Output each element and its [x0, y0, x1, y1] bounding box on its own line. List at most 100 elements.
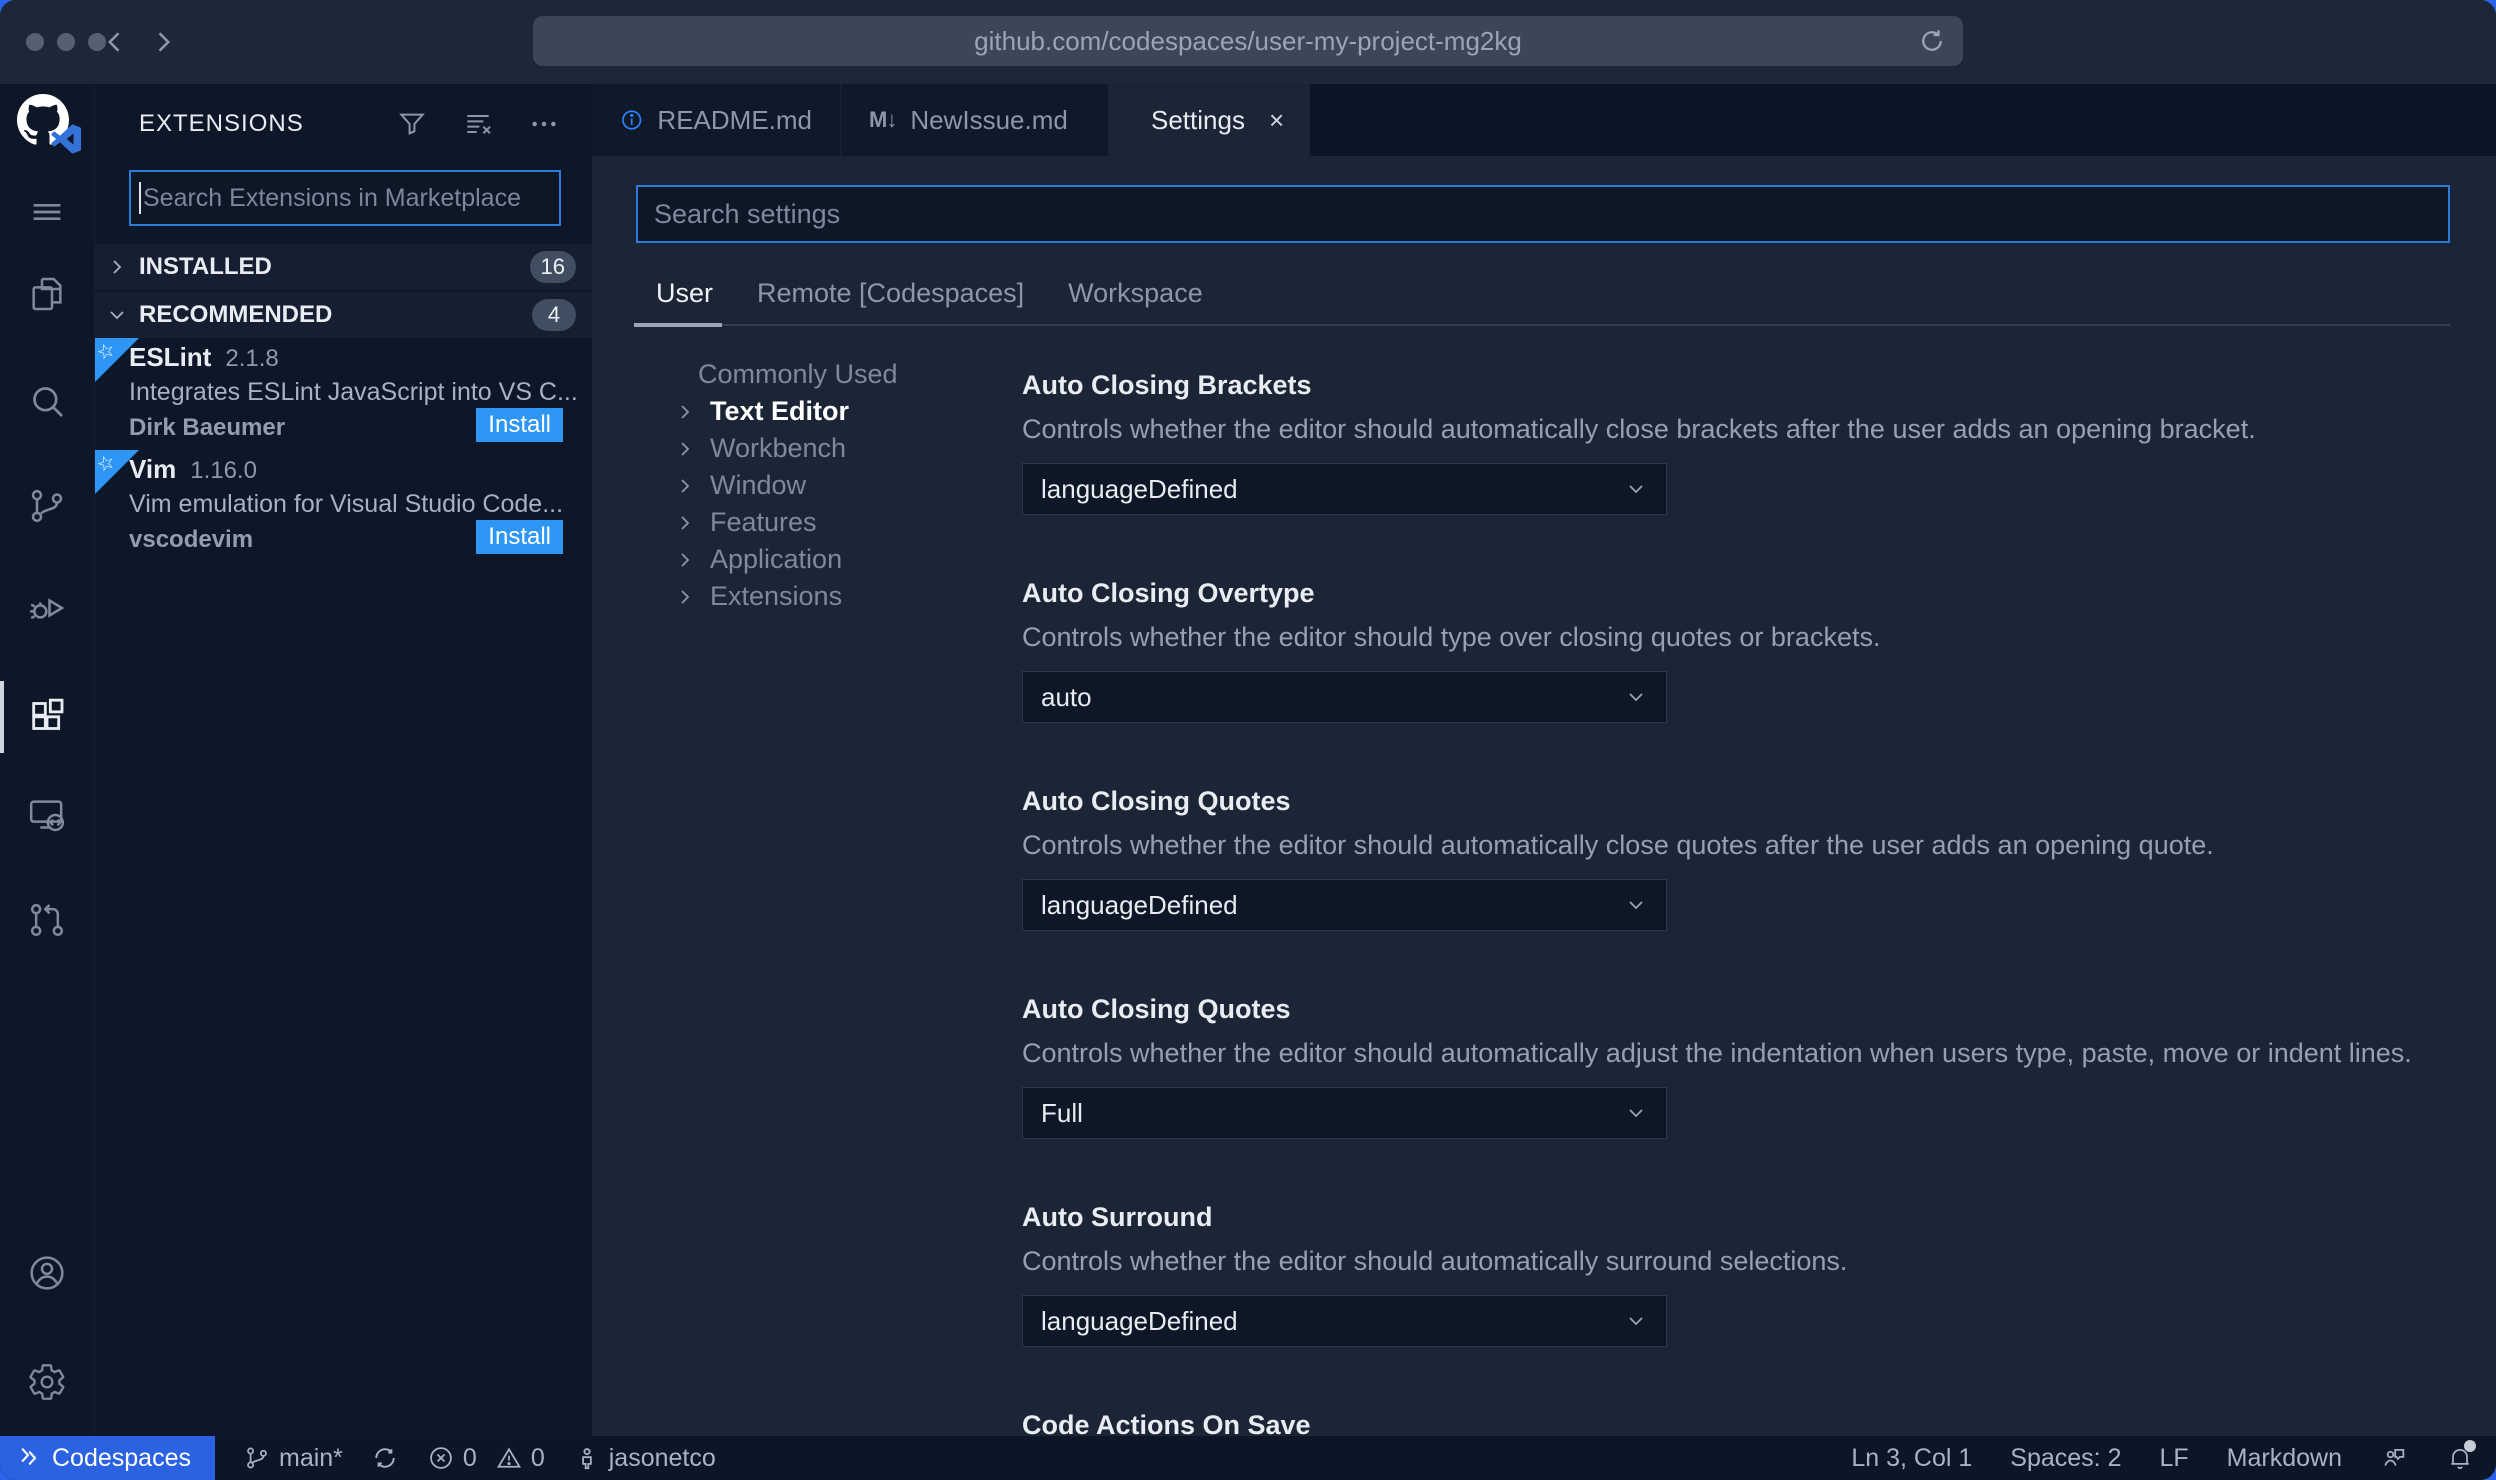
- chevron-down-icon: [95, 303, 139, 327]
- setting-auto-closing-overtype: Auto Closing Overtype Controls whether t…: [1022, 576, 2452, 723]
- scope-tab-workspace[interactable]: Workspace: [1068, 278, 1203, 309]
- toc-extensions[interactable]: Extensions: [672, 578, 842, 615]
- auto-closing-brackets-select[interactable]: languageDefined: [1022, 463, 1667, 515]
- chevron-down-icon: [1629, 1317, 1643, 1326]
- minimize-window-button[interactable]: [57, 33, 75, 51]
- branch-indicator[interactable]: main*: [243, 1444, 343, 1473]
- feedback-icon[interactable]: [2380, 1444, 2408, 1472]
- chevron-down-icon: [1629, 485, 1643, 494]
- chevron-down-icon: [1629, 1109, 1643, 1118]
- filter-icon[interactable]: [396, 108, 428, 140]
- auto-closing-quotes-select[interactable]: languageDefined: [1022, 879, 1667, 931]
- close-window-button[interactable]: [26, 33, 44, 51]
- extension-version: 2.1.8: [225, 345, 279, 372]
- remote-indicator[interactable]: Codespaces: [0, 1436, 215, 1480]
- explorer-icon[interactable]: [25, 272, 69, 316]
- extension-version: 1.16.0: [190, 457, 257, 484]
- error-count: 0: [462, 1443, 477, 1472]
- remote-explorer-icon[interactable]: [25, 793, 69, 837]
- scope-tab-user[interactable]: User: [656, 278, 713, 309]
- pull-requests-icon[interactable]: [25, 898, 69, 942]
- installed-section-header[interactable]: INSTALLED 16: [95, 244, 592, 290]
- scope-tab-remote[interactable]: Remote [Codespaces]: [757, 278, 1024, 309]
- url-text: github.com/codespaces/user-my-project-mg…: [974, 25, 1522, 56]
- chevron-right-icon: [672, 400, 698, 424]
- info-icon: [622, 110, 642, 130]
- notification-dot: [2464, 1440, 2476, 1452]
- language-mode[interactable]: Markdown: [2227, 1444, 2342, 1473]
- setting-description: Controls whether the editor should type …: [1022, 622, 1881, 652]
- auto-indent-select[interactable]: Full: [1022, 1087, 1667, 1139]
- indentation[interactable]: Spaces: 2: [2010, 1444, 2121, 1473]
- extension-description: Integrates ESLint JavaScript into VS C..…: [129, 378, 576, 406]
- scope-tabs-divider: [634, 323, 2450, 327]
- chevron-down-icon: [1629, 901, 1643, 910]
- more-actions-icon[interactable]: [528, 108, 560, 140]
- notifications-bell[interactable]: [2446, 1440, 2476, 1472]
- live-user-indicator[interactable]: jasonetco: [573, 1444, 716, 1473]
- settings-gear-icon[interactable]: [25, 1360, 69, 1404]
- toc-commonly-used[interactable]: Commonly Used: [698, 356, 898, 393]
- extensions-search-input[interactable]: [129, 170, 561, 226]
- tab-newissue[interactable]: M↓ NewIssue.md: [841, 84, 1109, 156]
- setting-title: Auto Closing Brackets: [1022, 370, 1312, 400]
- forward-button[interactable]: [142, 22, 182, 62]
- setting-auto-indent: Auto Closing Quotes Controls whether the…: [1022, 992, 2452, 1139]
- toc-text-editor[interactable]: Text Editor: [672, 393, 849, 430]
- tab-readme[interactable]: README.md: [592, 84, 841, 156]
- window-controls[interactable]: [26, 33, 106, 51]
- setting-auto-closing-quotes: Auto Closing Quotes Controls whether the…: [1022, 784, 2452, 931]
- chevron-right-icon: [95, 255, 139, 279]
- auto-closing-overtype-select[interactable]: auto: [1022, 671, 1667, 723]
- toc-application[interactable]: Application: [672, 541, 842, 578]
- setting-auto-closing-brackets: Auto Closing Brackets Controls whether t…: [1022, 368, 2452, 515]
- extensions-sidebar: EXTENSIONS INSTALLED 16 RECOMMENDED 4: [94, 84, 593, 1436]
- toc-workbench[interactable]: Workbench: [672, 430, 846, 467]
- problems-indicator[interactable]: 0 0: [427, 1444, 545, 1473]
- tab-settings[interactable]: Settings ×: [1109, 84, 1310, 156]
- extensions-icon[interactable]: [25, 694, 69, 738]
- github-logo-icon: [17, 94, 81, 154]
- toc-features[interactable]: Features: [672, 504, 817, 541]
- install-button[interactable]: Install: [476, 408, 563, 442]
- extension-author: Dirk Baeumer: [129, 414, 286, 441]
- menu-icon[interactable]: [25, 190, 69, 234]
- setting-title: Auto Closing Overtype: [1022, 578, 1315, 608]
- settings-editor: User Remote [Codespaces] Workspace Commo…: [592, 156, 2496, 1436]
- setting-title: Code Actions On Save: [1022, 1410, 1311, 1436]
- setting-auto-surround: Auto Surround Controls whether the edito…: [1022, 1200, 2452, 1347]
- cursor-position[interactable]: Ln 3, Col 1: [1851, 1444, 1972, 1473]
- browser-chrome: github.com/codespaces/user-my-project-mg…: [0, 0, 2496, 85]
- setting-description: Controls whether the editor should autom…: [1022, 414, 2256, 444]
- run-debug-icon[interactable]: [25, 586, 69, 630]
- extension-item-vim[interactable]: ☆ Vim 1.16.0 Vim emulation for Visual Stu…: [94, 450, 592, 562]
- setting-code-actions-on-save: Code Actions On Save: [1022, 1408, 2452, 1436]
- auto-surround-select[interactable]: languageDefined: [1022, 1295, 1667, 1347]
- tab-label: NewIssue.md: [910, 104, 1068, 135]
- warning-icon: [496, 1447, 521, 1468]
- extension-description: Vim emulation for Visual Studio Code...: [129, 490, 564, 518]
- branch-icon: [247, 1447, 267, 1469]
- eol-indicator[interactable]: LF: [2159, 1444, 2188, 1473]
- chevron-right-icon: [672, 511, 698, 535]
- sync-indicator[interactable]: [371, 1444, 399, 1472]
- reload-icon[interactable]: [1917, 26, 1947, 63]
- clear-filter-icon[interactable]: [462, 108, 494, 140]
- extension-author: vscodevim: [129, 526, 254, 553]
- text-cursor: [139, 182, 141, 214]
- toc-window[interactable]: Window: [672, 467, 806, 504]
- extension-item-eslint[interactable]: ☆ ESLint 2.1.8 Integrates ESLint JavaScri…: [94, 338, 592, 450]
- address-bar[interactable]: github.com/codespaces/user-my-project-mg…: [533, 16, 1963, 66]
- settings-search-input[interactable]: [636, 185, 2450, 243]
- setting-title: Auto Closing Quotes: [1022, 994, 1291, 1024]
- source-control-icon[interactable]: [25, 484, 69, 528]
- back-button[interactable]: [96, 22, 136, 62]
- setting-title: Auto Closing Quotes: [1022, 786, 1291, 816]
- markdown-icon: M↓: [869, 107, 897, 132]
- install-button[interactable]: Install: [476, 520, 563, 554]
- recommended-section-header[interactable]: RECOMMENDED 4: [95, 292, 592, 338]
- close-icon[interactable]: ×: [1269, 105, 1284, 136]
- chevron-down-icon: [1629, 693, 1643, 702]
- account-icon[interactable]: [25, 1251, 69, 1295]
- search-icon[interactable]: [25, 379, 69, 423]
